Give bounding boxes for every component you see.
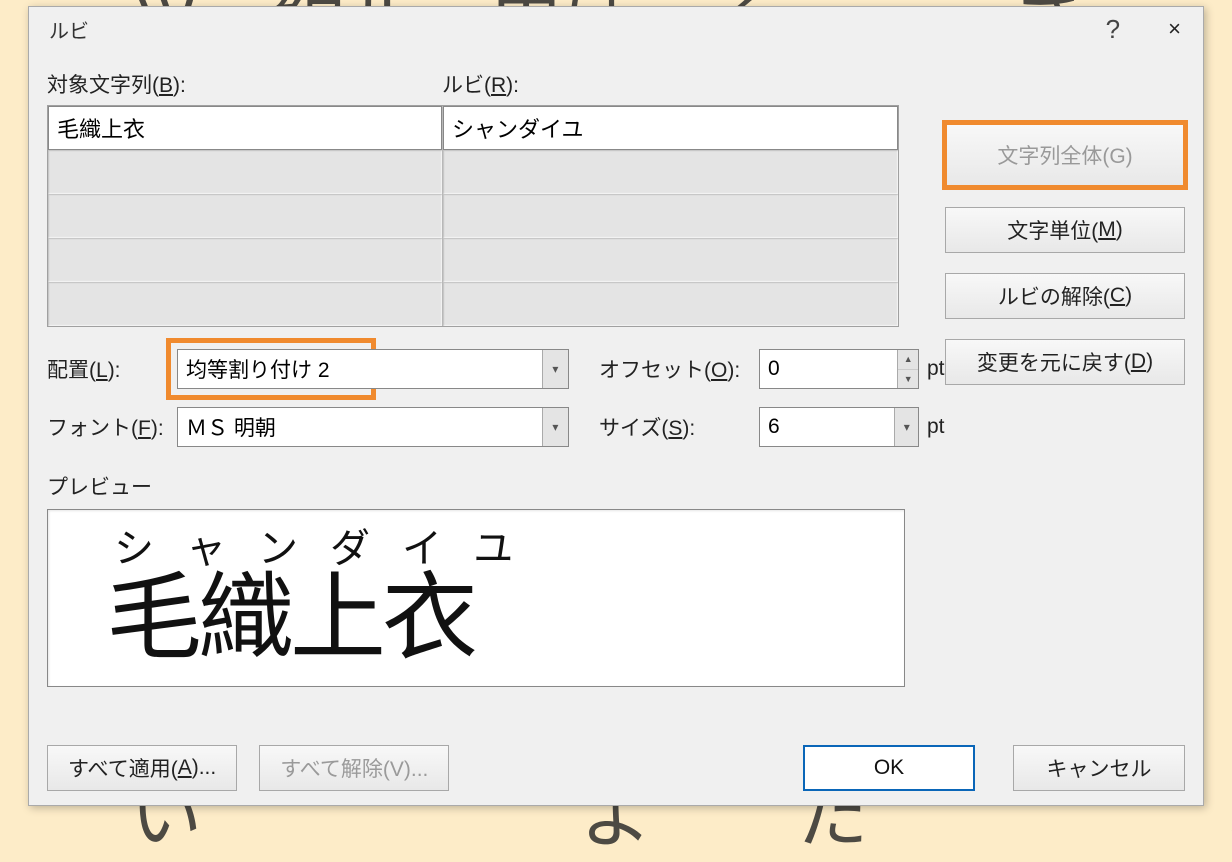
- font-input[interactable]: [178, 415, 542, 439]
- font-combo[interactable]: ▾: [177, 407, 569, 447]
- preview-base-text: 毛織上衣: [106, 571, 474, 667]
- close-button[interactable]: ×: [1154, 10, 1195, 48]
- ruby-label: ルビ(R):: [442, 69, 519, 99]
- alignment-label: 配置(L):: [47, 354, 177, 384]
- group-whole-button[interactable]: 文字列全体(G): [945, 123, 1185, 187]
- target-input-1[interactable]: [48, 106, 442, 150]
- cancel-button[interactable]: キャンセル: [1013, 745, 1185, 791]
- ruby-input-4[interactable]: [443, 238, 898, 282]
- remove-all-button[interactable]: すべて解除(V)...: [259, 745, 449, 791]
- preview-label: プレビュー: [47, 471, 1185, 501]
- font-label: フォント(F):: [47, 412, 177, 442]
- target-input-2[interactable]: [48, 150, 443, 194]
- offset-label: オフセット(O):: [599, 354, 759, 384]
- restore-button[interactable]: 変更を元に戻す(D): [945, 339, 1185, 385]
- ruby-dialog: ルビ ? × 対象文字列(B): ルビ(R):: [28, 6, 1204, 806]
- size-combo[interactable]: ▾: [759, 407, 919, 447]
- offset-down-icon[interactable]: ▼: [898, 370, 918, 389]
- help-button[interactable]: ?: [1096, 10, 1130, 49]
- size-dropdown-icon[interactable]: ▾: [894, 408, 918, 446]
- ruby-input-5[interactable]: [443, 282, 898, 326]
- target-input-5[interactable]: [48, 282, 443, 326]
- size-input[interactable]: [760, 415, 894, 439]
- ruby-input-3[interactable]: [443, 194, 898, 238]
- ruby-input-1[interactable]: [443, 106, 898, 150]
- ruby-input-2[interactable]: [443, 150, 898, 194]
- ok-button[interactable]: OK: [803, 745, 975, 791]
- ruby-grid: [47, 105, 899, 327]
- remove-ruby-button[interactable]: ルビの解除(C): [945, 273, 1185, 319]
- group-char-button[interactable]: 文字単位(M): [945, 207, 1185, 253]
- titlebar: ルビ ? ×: [29, 7, 1203, 51]
- offset-up-icon[interactable]: ▲: [898, 350, 918, 370]
- offset-input[interactable]: [760, 350, 897, 388]
- target-input-3[interactable]: [48, 194, 443, 238]
- offset-unit: pt: [927, 357, 945, 381]
- size-label: サイズ(S):: [599, 412, 759, 442]
- font-dropdown-icon[interactable]: ▾: [542, 408, 568, 446]
- size-unit: pt: [927, 415, 945, 439]
- apply-all-button[interactable]: すべて適用(A)...: [47, 745, 237, 791]
- preview-box: シャンダイユ 毛織上衣: [47, 509, 905, 687]
- dialog-title: ルビ: [49, 15, 89, 44]
- alignment-combo[interactable]: ▾: [177, 349, 569, 389]
- offset-spinner[interactable]: ▲ ▼: [759, 349, 919, 389]
- target-label: 対象文字列(B):: [47, 69, 442, 99]
- target-input-4[interactable]: [48, 238, 443, 282]
- alignment-dropdown-icon[interactable]: ▾: [542, 350, 568, 388]
- preview-ruby-text: シャンダイユ: [106, 529, 545, 569]
- alignment-input[interactable]: [178, 357, 542, 381]
